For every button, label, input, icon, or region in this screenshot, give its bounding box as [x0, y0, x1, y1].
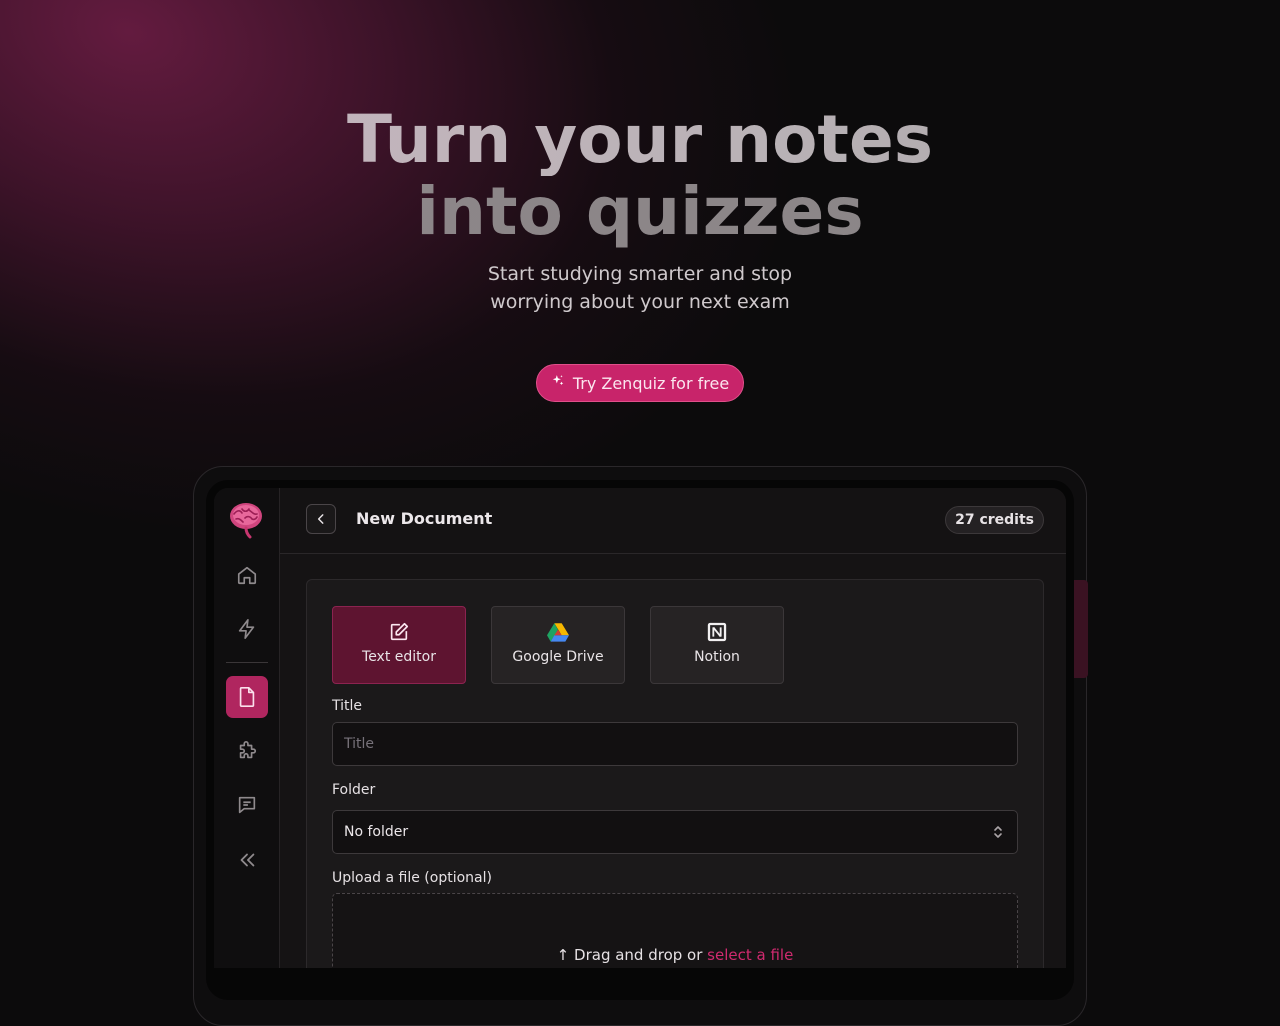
- file-dropzone[interactable]: ↑ Drag and drop or select a file: [332, 893, 1018, 968]
- folder-select[interactable]: No folder: [332, 810, 1018, 854]
- app-screen: New Document 27 credits Text editor Goog…: [214, 488, 1066, 968]
- collapse-icon[interactable]: [230, 843, 264, 877]
- home-icon[interactable]: [230, 558, 264, 592]
- hero-title-line2: into quizzes: [0, 176, 1280, 248]
- hero-subtitle-line1: Start studying smarter and stop: [487, 263, 793, 285]
- title-input[interactable]: [332, 722, 1018, 766]
- hero-title: Turn your notes into quizzes: [0, 104, 1280, 248]
- dropzone-text: ↑ Drag and drop or select a file: [333, 946, 1017, 964]
- back-button[interactable]: [306, 504, 336, 534]
- source-label: Google Drive: [512, 649, 604, 665]
- hero-title-line1: Turn your notes: [0, 104, 1280, 176]
- document-icon[interactable]: [226, 676, 268, 718]
- hero-subtitle: Start studying smarter and stop worrying…: [0, 260, 1280, 316]
- hero-subtitle-line2: worrying about your next exam: [490, 291, 790, 313]
- folder-value: No folder: [344, 824, 409, 840]
- chevron-left-icon: [317, 514, 324, 524]
- scrollbar-thumb[interactable]: [1074, 580, 1088, 678]
- credits-badge[interactable]: 27 credits: [945, 506, 1044, 534]
- try-free-button[interactable]: Try Zenquiz for free: [536, 364, 744, 402]
- title-label: Title: [332, 698, 363, 714]
- folder-label: Folder: [332, 782, 376, 798]
- source-text-editor-button[interactable]: Text editor: [332, 606, 466, 684]
- dropzone-prompt: Drag and drop or: [574, 946, 703, 964]
- puzzle-icon[interactable]: [230, 734, 264, 768]
- try-free-label: Try Zenquiz for free: [572, 373, 730, 393]
- upload-label: Upload a file (optional): [332, 870, 492, 886]
- source-label: Notion: [694, 649, 740, 665]
- chat-icon[interactable]: [230, 788, 264, 822]
- sidebar: [214, 488, 280, 968]
- upload-arrow-icon: ↑: [556, 946, 570, 964]
- brain-logo-icon[interactable]: [228, 500, 264, 539]
- sidebar-divider: [226, 662, 268, 663]
- select-file-link[interactable]: select a file: [707, 946, 793, 964]
- source-google-drive-button[interactable]: Google Drive: [491, 606, 625, 684]
- page-title: New Document: [356, 509, 493, 528]
- google-drive-icon: [547, 621, 569, 643]
- app-header: New Document 27 credits: [280, 488, 1066, 554]
- new-document-form: Text editor Google Drive Notion Title Ti…: [306, 579, 1044, 968]
- source-label: Text editor: [362, 649, 436, 665]
- lightning-icon[interactable]: [230, 612, 264, 646]
- source-notion-button[interactable]: Notion: [650, 606, 784, 684]
- edit-icon: [388, 621, 410, 643]
- sparkle-icon: [551, 374, 565, 392]
- chevron-up-down-icon: [991, 824, 1005, 844]
- notion-icon: [706, 621, 728, 643]
